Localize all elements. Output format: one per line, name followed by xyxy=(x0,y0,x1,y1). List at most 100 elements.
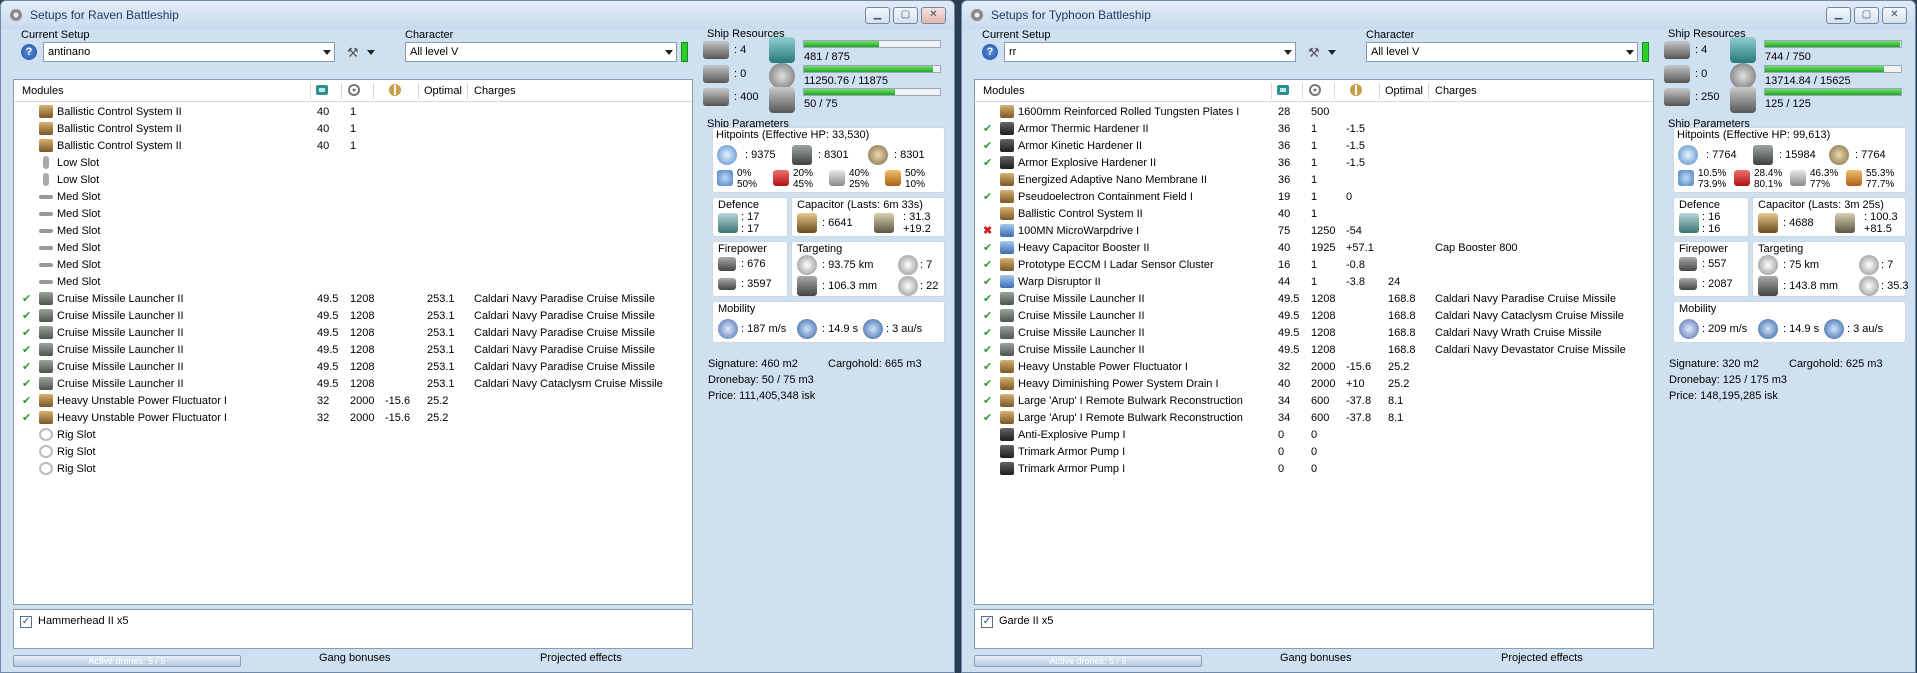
module-state-icon[interactable]: ✔ xyxy=(983,326,992,339)
module-state-icon[interactable]: ✔ xyxy=(983,360,992,373)
active-drones-tab[interactable]: Active drones: 5 / 5 xyxy=(13,655,241,667)
powergrid-column-icon[interactable] xyxy=(347,83,361,100)
module-row[interactable]: Low Slot xyxy=(14,172,692,189)
module-row[interactable]: ✔ Heavy Unstable Power Fluctuator I 32 2000… xyxy=(14,393,692,410)
module-row[interactable]: Ballistic Control System II 40 1 xyxy=(14,121,692,138)
module-row[interactable]: ✔ Large 'Arup' I Remote Bulwark Reconstru… xyxy=(975,410,1653,427)
powergrid-column-icon[interactable] xyxy=(1308,83,1322,100)
module-row[interactable]: ✔ Cruise Missile Launcher II 49.5 1208 253.1… xyxy=(14,359,692,376)
cpu-column-icon[interactable] xyxy=(1276,83,1290,100)
module-row[interactable]: ✔ Heavy Diminishing Power System Drain I 4… xyxy=(975,376,1653,393)
module-state-icon[interactable]: ✖ xyxy=(983,224,992,237)
modules-column-header[interactable]: Modules xyxy=(22,85,64,97)
module-row[interactable]: Anti-Explosive Pump I 0 0 xyxy=(975,427,1653,444)
module-state-icon[interactable]: ✔ xyxy=(983,190,992,203)
module-row[interactable]: ✔ Pseudoelectron Containment Field I 19 1 0 xyxy=(975,189,1653,206)
help-icon[interactable]: ? xyxy=(982,44,998,60)
module-state-icon[interactable]: ✔ xyxy=(983,241,992,254)
module-state-icon[interactable]: ✔ xyxy=(22,309,31,322)
modules-panel[interactable]: Modules Optimal Charges Ballistic Contro… xyxy=(13,79,693,605)
module-state-icon[interactable]: ✔ xyxy=(983,258,992,271)
module-state-icon[interactable]: ✔ xyxy=(22,394,31,407)
module-state-icon[interactable]: ✔ xyxy=(983,156,992,169)
module-row[interactable]: ✔ Cruise Missile Launcher II 49.5 1208 253.1… xyxy=(14,325,692,342)
projected-effects-tab[interactable]: Projected effects xyxy=(540,652,622,664)
charges-column-header[interactable]: Charges xyxy=(1435,85,1477,97)
module-row[interactable]: ✔ Cruise Missile Launcher II 49.5 1208 253.1… xyxy=(14,342,692,359)
module-row[interactable]: ✔ Cruise Missile Launcher II 49.5 1208 253.1… xyxy=(14,291,692,308)
close-button[interactable]: ✕ xyxy=(1882,7,1907,24)
module-state-icon[interactable]: ✔ xyxy=(983,122,992,135)
module-row[interactable]: ✔ Heavy Unstable Power Fluctuator I 32 2000… xyxy=(14,410,692,427)
module-row[interactable]: ✔ Warp Disruptor II 44 1 -3.8 24 xyxy=(975,274,1653,291)
active-drones-tab[interactable]: Active drones: 5 / 5 xyxy=(974,655,1202,667)
module-row[interactable]: ✔ Cruise Missile Launcher II 49.5 1208 168.8… xyxy=(975,308,1653,325)
module-row[interactable]: Rig Slot xyxy=(14,444,692,461)
module-row[interactable]: Trimark Armor Pump I 0 0 xyxy=(975,444,1653,461)
module-row[interactable]: ✔ Armor Explosive Hardener II 36 1 -1.5 xyxy=(975,155,1653,172)
module-row[interactable]: ✔ Armor Thermic Hardener II 36 1 -1.5 xyxy=(975,121,1653,138)
module-state-icon[interactable]: ✔ xyxy=(22,360,31,373)
module-state-icon[interactable]: ✔ xyxy=(983,411,992,424)
help-icon[interactable]: ? xyxy=(21,44,37,60)
module-row[interactable]: Energized Adaptive Nano Membrane II 36 1 xyxy=(975,172,1653,189)
module-row[interactable]: ✔ Cruise Missile Launcher II 49.5 1208 168.8… xyxy=(975,342,1653,359)
minimize-button[interactable]: ▁ xyxy=(865,7,890,24)
module-row[interactable]: ✔ Cruise Missile Launcher II 49.5 1208 253.1… xyxy=(14,308,692,325)
module-row[interactable]: Low Slot xyxy=(14,155,692,172)
gang-bonuses-tab[interactable]: Gang bonuses xyxy=(319,652,391,664)
character-select[interactable]: All level V xyxy=(1366,42,1638,62)
module-row[interactable]: ✖ 100MN MicroWarpdrive I 75 1250 -54 xyxy=(975,223,1653,240)
modules-panel[interactable]: Modules Optimal Charges 1600mm Reinforce… xyxy=(974,79,1654,605)
module-state-icon[interactable]: ✔ xyxy=(983,394,992,407)
module-row[interactable]: Ballistic Control System II 40 1 xyxy=(14,138,692,155)
module-row[interactable]: Med Slot xyxy=(14,206,692,223)
module-row[interactable]: Rig Slot xyxy=(14,427,692,444)
module-row[interactable]: Ballistic Control System II 40 1 xyxy=(975,206,1653,223)
setup-select[interactable]: antinano xyxy=(43,42,335,62)
drone-checkbox[interactable]: ✓ xyxy=(20,616,32,628)
module-row[interactable]: ✔ Heavy Capacitor Booster II 40 1925 +57.1 Ca… xyxy=(975,240,1653,257)
module-state-icon[interactable]: ✔ xyxy=(22,377,31,390)
maximize-button[interactable]: ▢ xyxy=(893,7,918,24)
module-state-icon[interactable]: ✔ xyxy=(983,309,992,322)
module-state-icon[interactable]: ✔ xyxy=(22,292,31,305)
projected-effects-tab[interactable]: Projected effects xyxy=(1501,652,1583,664)
setup-select[interactable]: rr xyxy=(1004,42,1296,62)
module-state-icon[interactable]: ✔ xyxy=(22,326,31,339)
close-button[interactable]: ✕ xyxy=(921,7,946,24)
module-state-icon[interactable]: ✔ xyxy=(983,292,992,305)
optimal-column-header[interactable]: Optimal xyxy=(1385,85,1423,97)
module-row[interactable]: Med Slot xyxy=(14,274,692,291)
setup-actions-button[interactable]: ⚒ xyxy=(345,42,379,62)
drone-checkbox[interactable]: ✓ xyxy=(981,616,993,628)
module-state-icon[interactable]: ✔ xyxy=(22,411,31,424)
optimal-column-header[interactable]: Optimal xyxy=(424,85,462,97)
module-state-icon[interactable]: ✔ xyxy=(22,343,31,356)
character-select[interactable]: All level V xyxy=(405,42,677,62)
modules-column-header[interactable]: Modules xyxy=(983,85,1025,97)
module-row[interactable]: ✔ Cruise Missile Launcher II 49.5 1208 168.8… xyxy=(975,291,1653,308)
module-row[interactable]: ✔ Large 'Arup' I Remote Bulwark Reconstru… xyxy=(975,393,1653,410)
module-row[interactable]: 1600mm Reinforced Rolled Tungsten Plates… xyxy=(975,104,1653,121)
module-row[interactable]: Med Slot xyxy=(14,257,692,274)
module-state-icon[interactable]: ✔ xyxy=(983,343,992,356)
module-state-icon[interactable]: ✔ xyxy=(983,377,992,390)
module-state-icon[interactable]: ✔ xyxy=(983,139,992,152)
gang-bonuses-tab[interactable]: Gang bonuses xyxy=(1280,652,1352,664)
capacitor-column-icon[interactable] xyxy=(1349,83,1363,100)
module-row[interactable]: Med Slot xyxy=(14,223,692,240)
setup-actions-button[interactable]: ⚒ xyxy=(1306,42,1340,62)
module-row[interactable]: Rig Slot xyxy=(14,461,692,478)
module-row[interactable]: Med Slot xyxy=(14,189,692,206)
maximize-button[interactable]: ▢ xyxy=(1854,7,1879,24)
charges-column-header[interactable]: Charges xyxy=(474,85,516,97)
drone-item[interactable]: Hammerhead II x5 xyxy=(38,615,128,627)
module-row[interactable]: ✔ Cruise Missile Launcher II 49.5 1208 168.8… xyxy=(975,325,1653,342)
module-row[interactable]: Ballistic Control System II 40 1 xyxy=(14,104,692,121)
module-row[interactable]: ✔ Armor Kinetic Hardener II 36 1 -1.5 xyxy=(975,138,1653,155)
module-state-icon[interactable]: ✔ xyxy=(983,275,992,288)
capacitor-column-icon[interactable] xyxy=(388,83,402,100)
minimize-button[interactable]: ▁ xyxy=(1826,7,1851,24)
cpu-column-icon[interactable] xyxy=(315,83,329,100)
